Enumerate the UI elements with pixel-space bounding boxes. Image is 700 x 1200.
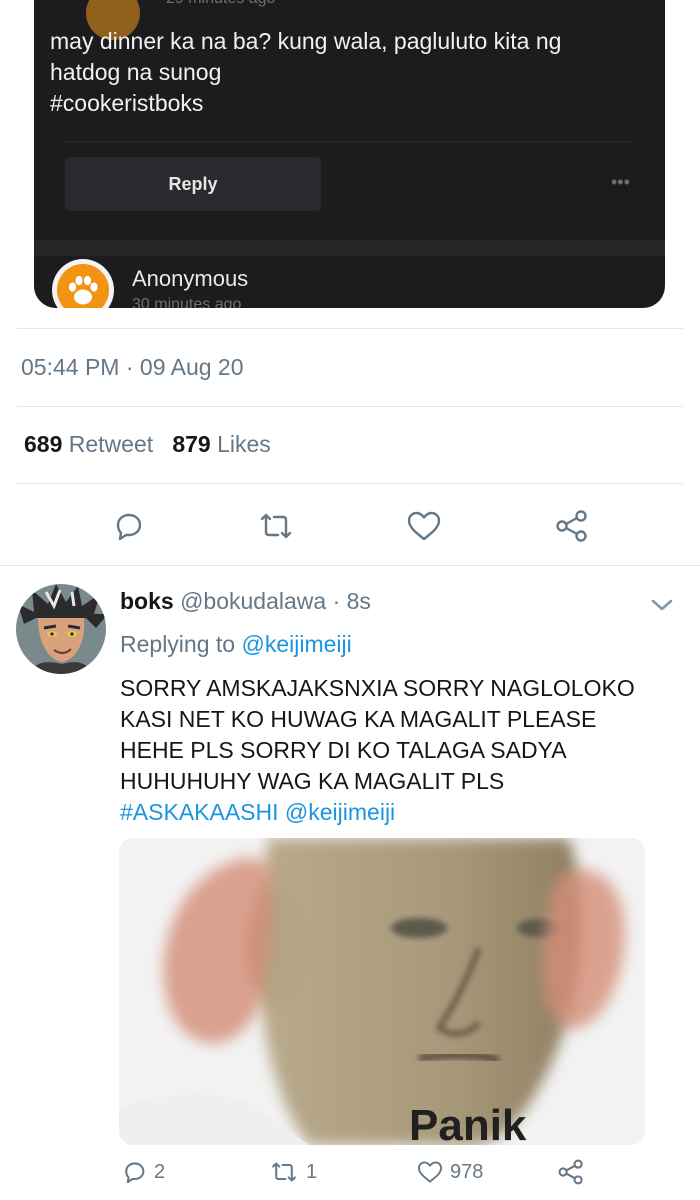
tweet-time: 05:44 PM [21, 354, 120, 380]
divider [17, 483, 683, 484]
reply-header: boks @bokudalawa · 8s [120, 588, 371, 615]
relative-time: 8s [346, 588, 371, 614]
reply-text-line: HEHE PLS SORRY DI KO TALAGA SADYA [120, 737, 567, 763]
anime-character-avatar [16, 584, 106, 674]
like-action[interactable]: 978 [416, 1154, 483, 1190]
retweet-action[interactable]: 1 [268, 1154, 317, 1190]
embedded-timestamp: 29 minutes ago [166, 0, 275, 8]
like-icon [417, 1161, 443, 1183]
chevron-down-icon[interactable] [650, 595, 674, 615]
reply-text-links: #ASKAKAASHI @keijimeiji [120, 797, 680, 828]
embedded-message-line: #cookeristboks [50, 90, 204, 116]
anonymous-timestamp: 30 minutes ago [132, 296, 242, 308]
reply-text-line: HUHUHUHY WAG KA MAGALIT PLS [120, 768, 505, 794]
anonymous-avatar [52, 259, 114, 308]
anonymous-name: Anonymous [132, 266, 249, 291]
embedded-reply-button: Reply [65, 157, 321, 211]
retweet-icon[interactable] [256, 506, 296, 546]
mention-link[interactable]: @keijimeiji [285, 799, 395, 825]
divider [17, 406, 683, 407]
embedded-more-icon: ••• [611, 172, 630, 192]
reply-text-line: SORRY AMSKAJAKSNXIA SORRY NAGLOLOKO [120, 675, 635, 701]
meme-image: Panik [119, 838, 645, 1145]
replying-to-label: Replying to [120, 631, 236, 657]
user-handle[interactable]: @bokudalawa [180, 588, 326, 614]
reply-text: SORRY AMSKAJAKSNXIA SORRY NAGLOLOKO KASI… [120, 673, 680, 828]
reply-action[interactable]: 2 [120, 1154, 165, 1190]
divider [0, 565, 700, 566]
likes-label[interactable]: Likes [217, 431, 271, 457]
reply-text-line: KASI NET KO HUWAG KA MAGALIT PLEASE [120, 706, 597, 732]
media-image[interactable]: Panik [119, 838, 645, 1145]
divider [17, 328, 683, 329]
paw-icon [68, 275, 98, 305]
share-action[interactable] [556, 1154, 586, 1190]
avatar[interactable] [16, 584, 106, 674]
timestamp-separator: · [125, 354, 134, 380]
display-name[interactable]: boks [120, 588, 174, 614]
embedded-divider [65, 141, 635, 142]
tweet-stats: 689 Retweet 879 Likes [24, 431, 271, 458]
reply-icon [125, 1162, 145, 1184]
embedded-screenshot-card: 29 minutes ago may dinner ka na ba? kung… [34, 0, 665, 308]
tweet-timestamp: 05:44 PM · 09 Aug 20 [21, 354, 244, 381]
reply-action-bar: 2 1 978 [0, 1154, 700, 1194]
time-separator: · [332, 588, 341, 614]
share-icon [558, 1159, 583, 1185]
retweet-count: 1 [306, 1160, 318, 1183]
reply-icon[interactable] [108, 506, 148, 546]
like-count: 978 [450, 1160, 484, 1183]
retweet-count[interactable]: 689 [24, 431, 62, 457]
hashtag-link[interactable]: #ASKAKAASHI [120, 799, 279, 825]
share-icon[interactable] [552, 506, 592, 546]
meme-caption: Panik [409, 1101, 527, 1145]
tweet-date: 09 Aug 20 [139, 354, 244, 380]
retweet-icon [272, 1162, 296, 1182]
retweet-label[interactable]: Retweet [69, 431, 153, 457]
replying-to-mention[interactable]: @keijimeiji [241, 631, 351, 657]
likes-count[interactable]: 879 [172, 431, 210, 457]
like-icon[interactable] [404, 506, 444, 546]
embedded-message: may dinner ka na ba? kung wala, paglulut… [50, 26, 650, 119]
reply-count: 2 [154, 1160, 166, 1183]
embedded-message-line: may dinner ka na ba? kung wala, paglulut… [50, 28, 562, 54]
tweet-action-bar [0, 500, 700, 550]
embedded-section-separator [34, 240, 665, 256]
embedded-message-line: hatdog na sunog [50, 59, 222, 85]
replying-to: Replying to @keijimeiji [120, 631, 352, 658]
